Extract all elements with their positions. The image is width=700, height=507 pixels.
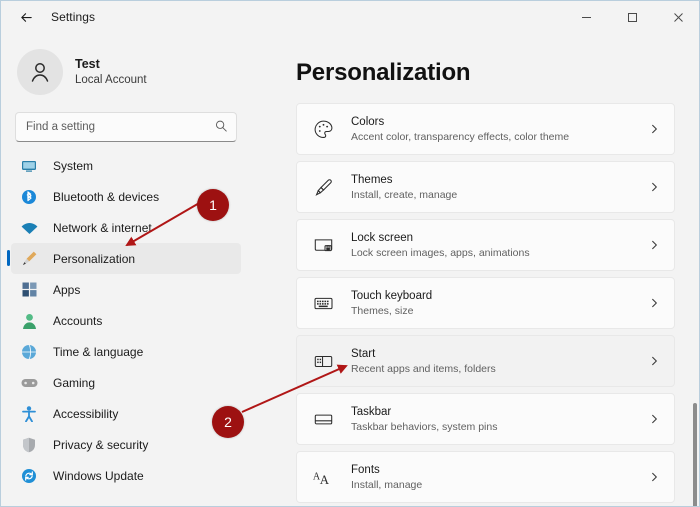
chevron-right-icon: [649, 356, 660, 367]
card-title: Start: [351, 347, 376, 360]
monitor-icon: [19, 156, 39, 176]
profile-subtitle: Local Account: [75, 73, 147, 86]
card-title: Lock screen: [351, 231, 414, 244]
sidebar-item-windows-update[interactable]: Windows Update: [11, 460, 241, 491]
settings-window: Settings Test Local Account Find a setti…: [0, 0, 700, 507]
chevron-right-icon: [649, 240, 660, 251]
card-subtitle: Accent color, transparency effects, colo…: [351, 130, 570, 143]
chevron-right-icon: [649, 182, 660, 193]
card-subtitle: Install, manage: [351, 478, 423, 491]
card-title: Fonts: [351, 463, 380, 476]
wifi-icon: [19, 218, 39, 238]
annotation-marker-1: 1: [197, 189, 229, 221]
apps-grid-icon: [19, 280, 39, 300]
lock-screen-icon: [310, 232, 336, 258]
sidebar-item-label: Gaming: [53, 375, 96, 390]
sidebar-item-label: Time & language: [53, 344, 144, 359]
sidebar-item-label: Personalization: [53, 251, 136, 266]
sidebar-item-label: System: [53, 158, 94, 173]
card-subtitle: Recent apps and items, folders: [351, 362, 496, 375]
card-subtitle: Lock screen images, apps, animations: [351, 246, 530, 259]
sidebar-item-personalization[interactable]: Personalization: [7, 243, 241, 274]
search-input[interactable]: [15, 112, 237, 142]
sidebar-item-label: Apps: [53, 282, 81, 297]
sidebar-item-accounts[interactable]: Accounts: [11, 305, 241, 336]
settings-card-touch-keyboard[interactable]: Touch keyboard Themes, size: [296, 277, 675, 329]
settings-card-fonts[interactable]: A A Fonts Install, manage: [296, 451, 675, 503]
globe-clock-icon: [19, 342, 39, 362]
chevron-right-icon: [649, 298, 660, 309]
sidebar-item-accessibility[interactable]: Accessibility: [11, 398, 241, 429]
card-text: Themes Install, create, manage: [351, 173, 457, 202]
settings-card-lock-screen[interactable]: Lock screen Lock screen images, apps, ani…: [296, 219, 675, 271]
card-text: Lock screen Lock screen images, apps, ani…: [351, 231, 530, 260]
sidebar-item-label: Privacy & security: [53, 437, 149, 452]
card-text: Fonts Install, manage: [351, 463, 422, 492]
card-title: Touch keyboard: [351, 289, 433, 302]
taskbar-icon: [310, 406, 336, 432]
card-text: Colors Accent color, transparency effects…: [351, 115, 569, 144]
card-subtitle: Taskbar behaviors, system pins: [351, 420, 498, 433]
back-button[interactable]: [9, 2, 43, 32]
gamepad-icon: [19, 373, 39, 393]
card-title: Taskbar: [351, 405, 392, 418]
scrollbar-thumb[interactable]: [693, 403, 697, 506]
maximize-button[interactable]: [609, 1, 655, 33]
card-text: Touch keyboard Themes, size: [351, 289, 432, 318]
sidebar-item-time-language[interactable]: Time & language: [11, 336, 241, 367]
sidebar-item-label: Windows Update: [53, 468, 144, 483]
settings-card-taskbar[interactable]: Taskbar Taskbar behaviors, system pins: [296, 393, 675, 445]
start-icon: [310, 348, 336, 374]
keyboard-icon: [310, 290, 336, 316]
chevron-right-icon: [649, 124, 660, 135]
sidebar-item-label: Accounts: [53, 313, 103, 328]
main-content: Personalization Colors Accent color, tran…: [251, 33, 699, 506]
avatar: [17, 49, 63, 95]
scrollbar[interactable]: [692, 73, 698, 506]
title-bar: Settings: [1, 1, 699, 33]
sidebar-item-system[interactable]: System: [11, 150, 241, 181]
svg-text:A: A: [320, 472, 330, 486]
sidebar-item-label: Network & internet: [53, 220, 152, 235]
profile-name: Test: [75, 56, 100, 71]
card-title: Colors: [351, 115, 385, 128]
sidebar-item-label: Accessibility: [53, 406, 119, 421]
card-text: Start Recent apps and items, folders: [351, 347, 496, 376]
settings-card-list: Colors Accent color, transparency effects…: [296, 103, 675, 506]
card-subtitle: Themes, size: [351, 304, 414, 317]
chevron-right-icon: [649, 414, 660, 425]
card-subtitle: Install, create, manage: [351, 188, 458, 201]
paintbrush-icon: [19, 249, 39, 269]
shield-icon: [19, 435, 39, 455]
sidebar-item-privacy-security[interactable]: Privacy & security: [11, 429, 241, 460]
sidebar-item-gaming[interactable]: Gaming: [11, 367, 241, 398]
annotation-marker-2: 2: [212, 406, 244, 438]
chevron-right-icon: [649, 472, 660, 483]
card-title: Themes: [351, 173, 393, 186]
fonts-icon: AA: [310, 464, 336, 490]
update-icon: [19, 466, 39, 486]
sidebar-item-label: Bluetooth & devices: [53, 189, 160, 204]
settings-card-start[interactable]: Start Recent apps and items, folders: [296, 335, 675, 387]
close-button[interactable]: [655, 1, 699, 33]
brush-icon: [310, 174, 336, 200]
card-text: Taskbar Taskbar behaviors, system pins: [351, 405, 497, 434]
settings-card-themes[interactable]: Themes Install, create, manage: [296, 161, 675, 213]
profile-block[interactable]: Test Local Account: [17, 49, 251, 95]
page-title: Personalization: [296, 59, 471, 86]
accessibility-icon: [19, 404, 39, 424]
settings-card-colors[interactable]: Colors Accent color, transparency effects…: [296, 103, 675, 155]
app-title: Settings: [51, 10, 96, 24]
person-icon: [19, 311, 39, 331]
minimize-button[interactable]: [563, 1, 609, 33]
palette-icon: [310, 116, 336, 142]
sidebar: Test Local Account System Bluetooth & dev…: [1, 33, 251, 506]
window-controls: [563, 1, 699, 33]
sidebar-item-apps[interactable]: Apps: [11, 274, 241, 305]
bluetooth-icon: [19, 187, 39, 207]
search-box: [15, 112, 237, 142]
